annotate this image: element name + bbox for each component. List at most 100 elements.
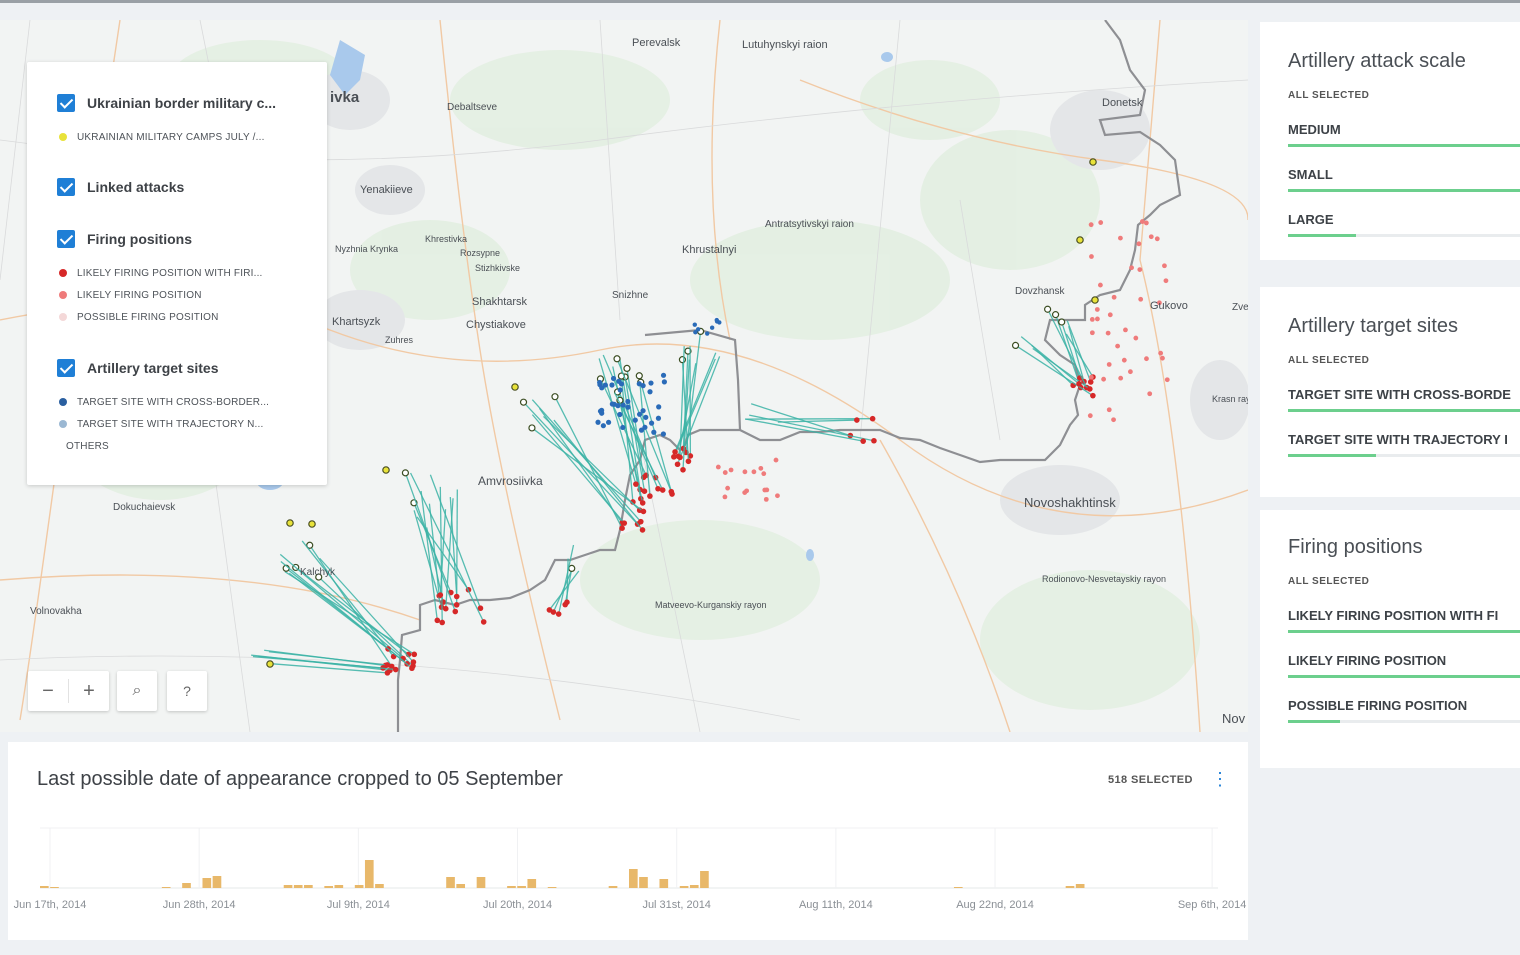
target-site-marker[interactable]: [632, 417, 638, 423]
firing-position-marker[interactable]: [722, 494, 728, 500]
target-site-marker[interactable]: [692, 322, 697, 327]
firing-position-marker[interactable]: [1087, 413, 1093, 419]
firing-position-marker[interactable]: [1097, 282, 1103, 288]
target-site-marker[interactable]: [600, 423, 606, 429]
firing-position-marker[interactable]: [621, 520, 628, 526]
firing-position-marker[interactable]: [639, 500, 646, 506]
firing-position-marker[interactable]: [1154, 236, 1160, 242]
target-site-marker[interactable]: [695, 327, 701, 332]
target-site-marker[interactable]: [519, 398, 528, 406]
firing-position-marker[interactable]: [1098, 220, 1104, 225]
firing-position-marker[interactable]: [672, 449, 678, 455]
firing-position-marker[interactable]: [410, 659, 417, 665]
target-site-marker[interactable]: [655, 415, 662, 421]
target-site-marker[interactable]: [401, 469, 410, 477]
firing-position-marker[interactable]: [639, 527, 646, 533]
target-site-marker[interactable]: [625, 398, 631, 405]
firing-position-marker[interactable]: [1148, 234, 1154, 240]
firing-position-marker[interactable]: [1129, 265, 1134, 271]
checkbox[interactable]: [57, 359, 75, 377]
firing-position-marker[interactable]: [1163, 278, 1169, 284]
firing-position-marker[interactable]: [434, 617, 441, 624]
firing-position-marker[interactable]: [452, 608, 459, 615]
all-selected-label[interactable]: ALL SELECTED: [1288, 355, 1369, 366]
firing-position-marker[interactable]: [1087, 386, 1093, 392]
target-site-marker[interactable]: [620, 424, 626, 431]
firing-position-marker[interactable]: [480, 619, 487, 625]
firing-position-marker[interactable]: [437, 592, 444, 598]
firing-position-marker[interactable]: [1088, 374, 1094, 380]
firing-position-marker[interactable]: [1088, 222, 1094, 228]
firing-position-marker[interactable]: [1095, 316, 1100, 322]
military-camp-marker[interactable]: [382, 466, 390, 474]
target-site-marker[interactable]: [636, 411, 643, 417]
firing-position-marker[interactable]: [1106, 407, 1112, 413]
target-site-marker[interactable]: [599, 385, 605, 391]
firing-position-marker[interactable]: [1137, 267, 1143, 273]
search-icon[interactable]: ⌕: [117, 671, 157, 711]
firing-position-marker[interactable]: [641, 488, 648, 494]
timeline-chart[interactable]: Jun 17th, 2014 Jun 28th, 2014 Jul 9th, 201…: [8, 742, 1248, 940]
firing-position-marker[interactable]: [442, 605, 449, 612]
zoom-in-button[interactable]: +: [69, 671, 109, 711]
firing-position-marker[interactable]: [668, 488, 675, 495]
firing-position-marker[interactable]: [869, 415, 876, 422]
firing-position-marker[interactable]: [722, 470, 728, 475]
firing-position-marker[interactable]: [655, 485, 661, 492]
checkbox[interactable]: [57, 178, 75, 196]
target-site-marker[interactable]: [647, 389, 653, 395]
firing-position-marker[interactable]: [1118, 375, 1124, 381]
target-site-marker[interactable]: [597, 379, 603, 386]
firing-position-marker[interactable]: [715, 464, 721, 470]
firing-position-marker[interactable]: [871, 437, 877, 444]
filter-item[interactable]: POSSIBLE FIRING POSITION: [1288, 698, 1520, 723]
firing-position-marker[interactable]: [758, 465, 764, 471]
map[interactable]: Perevalsk Lutuhynskyi raion Debaltseve Y…: [0, 20, 1248, 732]
target-site-marker[interactable]: [625, 404, 631, 410]
military-camp-marker[interactable]: [286, 519, 294, 527]
firing-position-marker[interactable]: [1076, 381, 1082, 387]
firing-position-marker[interactable]: [854, 417, 860, 423]
target-site-marker[interactable]: [610, 375, 617, 382]
firing-position-marker[interactable]: [640, 508, 647, 515]
filter-item[interactable]: LARGE: [1288, 212, 1520, 237]
target-site-marker[interactable]: [605, 419, 612, 425]
target-site-marker[interactable]: [661, 379, 667, 385]
legend-item[interactable]: POSSIBLE FIRING POSITION: [57, 306, 263, 328]
target-site-marker[interactable]: [635, 372, 643, 380]
firing-position-marker[interactable]: [392, 666, 399, 673]
firing-position-marker[interactable]: [1164, 377, 1170, 383]
legend-item[interactable]: LIKELY FIRING POSITION WITH FIRI...: [57, 262, 263, 284]
filter-item[interactable]: TARGET SITE WITH CROSS-BORDE: [1288, 387, 1520, 412]
firing-position-marker[interactable]: [1162, 263, 1167, 269]
firing-position-marker[interactable]: [761, 471, 767, 477]
target-site-marker[interactable]: [660, 372, 667, 378]
target-site-marker[interactable]: [613, 355, 621, 363]
firing-position-marker[interactable]: [1118, 235, 1123, 241]
firing-position-marker[interactable]: [1123, 327, 1128, 333]
all-selected-label[interactable]: ALL SELECTED: [1288, 576, 1369, 587]
firing-position-marker[interactable]: [1089, 330, 1095, 336]
target-site-marker[interactable]: [568, 564, 576, 573]
military-camp-marker[interactable]: [308, 520, 316, 528]
target-site-marker[interactable]: [616, 378, 622, 384]
firing-position-marker[interactable]: [1089, 316, 1095, 322]
target-site-marker[interactable]: [617, 387, 623, 393]
firing-position-marker[interactable]: [725, 485, 731, 491]
firing-position-marker[interactable]: [1094, 307, 1100, 312]
legend-item[interactable]: TARGET SITE WITH CROSS-BORDER...: [57, 391, 269, 413]
military-camp-marker[interactable]: [1091, 296, 1099, 304]
checkbox[interactable]: [57, 94, 75, 112]
target-site-marker[interactable]: [1051, 311, 1060, 319]
target-site-marker[interactable]: [609, 382, 615, 388]
firing-position-marker[interactable]: [633, 481, 639, 487]
target-site-marker[interactable]: [638, 427, 645, 433]
firing-position-marker[interactable]: [1147, 391, 1153, 397]
firing-position-marker[interactable]: [546, 607, 553, 613]
firing-position-marker[interactable]: [1128, 369, 1133, 375]
firing-position-marker[interactable]: [1144, 356, 1149, 362]
filter-item[interactable]: TARGET SITE WITH TRAJECTORY I: [1288, 432, 1520, 457]
all-selected-label[interactable]: ALL SELECTED: [1288, 90, 1369, 101]
target-site-marker[interactable]: [609, 401, 615, 407]
target-site-marker[interactable]: [1058, 318, 1066, 326]
